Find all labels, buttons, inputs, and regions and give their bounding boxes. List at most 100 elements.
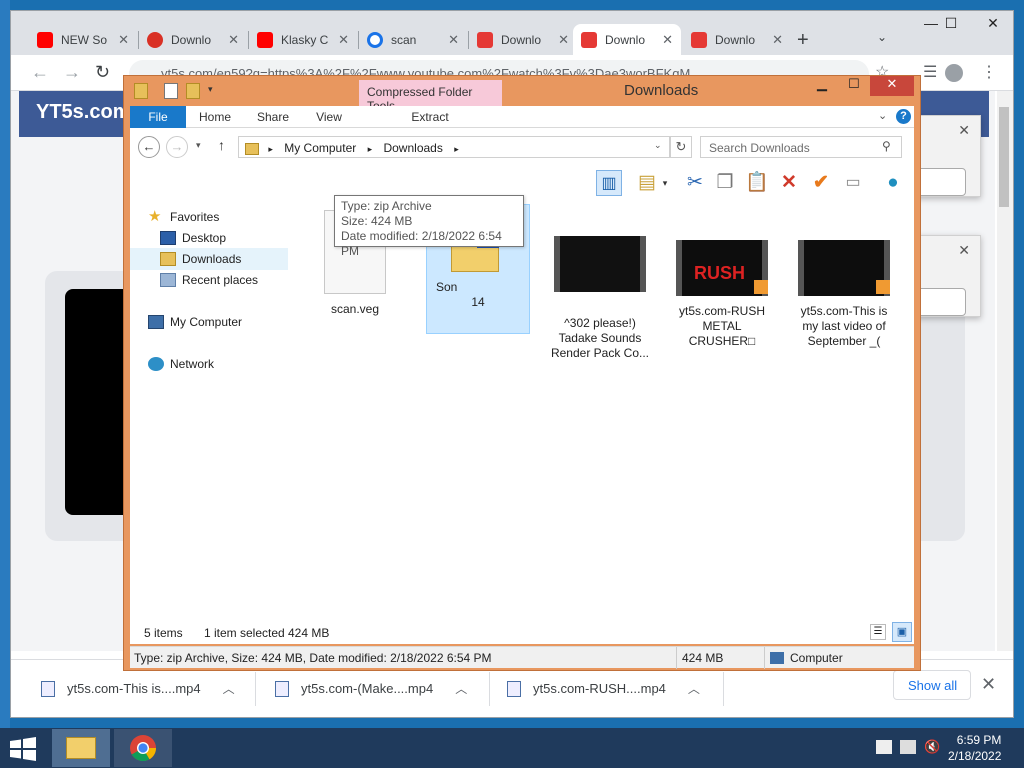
- breadcrumb-chevron-icon[interactable]: ▸: [268, 144, 273, 154]
- action-center-flag-icon[interactable]: [876, 740, 892, 754]
- expand-ribbon-chevron-icon[interactable]: ⌄: [878, 109, 887, 122]
- back-arrow-icon[interactable]: ←: [31, 62, 49, 83]
- new-tab-button[interactable]: +: [797, 29, 809, 52]
- close-tab-icon[interactable]: ✕: [118, 32, 129, 48]
- download-item[interactable]: yt5s.com-This is....mp4 ︿: [41, 680, 235, 697]
- network-icon[interactable]: [900, 740, 916, 754]
- tab-search-chevron-icon[interactable]: ⌄: [877, 30, 887, 44]
- up-arrow-icon[interactable]: ↑: [218, 137, 225, 153]
- rename-icon[interactable]: ▭: [840, 170, 866, 196]
- tooltip-size: Size: 424 MB: [341, 214, 413, 228]
- tab-2[interactable]: Downlo ✕: [139, 24, 247, 55]
- large-icons-view-icon[interactable]: ▣: [892, 622, 912, 642]
- taskbar-chrome[interactable]: [114, 729, 172, 767]
- address-bar[interactable]: ▸ My Computer ▸ Downloads ▸: [238, 136, 670, 158]
- copy-icon[interactable]: ❐: [712, 170, 738, 196]
- tab-7[interactable]: Downlo ✕: [683, 24, 791, 55]
- nav-my-computer[interactable]: My Computer: [148, 315, 242, 329]
- scrollbar-thumb[interactable]: [999, 107, 1009, 207]
- cut-icon[interactable]: ✂: [682, 170, 708, 196]
- close-tab-icon[interactable]: ✕: [558, 32, 569, 48]
- download-item[interactable]: yt5s.com-(Make....mp4 ︿: [275, 680, 467, 697]
- preview-pane-icon[interactable]: ▥: [596, 170, 622, 196]
- breadcrumb-downloads[interactable]: Downloads: [383, 141, 442, 155]
- delete-icon[interactable]: ✕: [776, 170, 802, 196]
- address-dropdown-icon[interactable]: ⌄: [654, 140, 662, 151]
- paste-icon[interactable]: 📋: [744, 170, 770, 196]
- forward-arrow-icon[interactable]: →: [63, 62, 81, 83]
- customize-qat-icon[interactable]: ▾: [208, 84, 213, 95]
- breadcrumb-my-computer[interactable]: My Computer: [284, 141, 356, 155]
- nav-favorites[interactable]: ★ Favorites: [148, 209, 219, 224]
- tab-5[interactable]: Downlo ✕: [469, 24, 577, 55]
- divider: [489, 672, 490, 706]
- new-folder-icon[interactable]: [186, 83, 200, 99]
- recent-locations-chevron-icon[interactable]: ▾: [196, 140, 201, 151]
- nav-network[interactable]: Network: [148, 357, 214, 371]
- chevron-up-icon[interactable]: ︿: [688, 680, 700, 697]
- compressed-folder-tools-tab[interactable]: Compressed Folder Tools: [359, 80, 502, 113]
- tab-extract[interactable]: Extract: [400, 106, 460, 128]
- search-icon[interactable]: ⚲: [882, 139, 891, 153]
- tab-4[interactable]: scan ✕: [359, 24, 467, 55]
- video-file-icon: [41, 680, 55, 697]
- recent-places-icon: [160, 273, 176, 287]
- chevron-up-icon[interactable]: ︿: [223, 680, 235, 697]
- chevron-up-icon[interactable]: ︿: [455, 680, 467, 697]
- tab-6-active[interactable]: Downlo ✕: [573, 24, 681, 55]
- windows-start-icon[interactable]: [8, 736, 38, 762]
- tab-home[interactable]: Home: [192, 106, 238, 128]
- tab-view[interactable]: View: [306, 106, 352, 128]
- globe-icon[interactable]: ●: [880, 170, 906, 196]
- properties-icon[interactable]: [164, 83, 178, 99]
- forward-arrow-icon[interactable]: →: [166, 136, 188, 158]
- reload-icon[interactable]: ↻: [95, 62, 110, 83]
- reading-list-icon[interactable]: ☰: [923, 62, 937, 82]
- tab-1[interactable]: NEW So ✕: [29, 24, 137, 55]
- download-item[interactable]: yt5s.com-RUSH....mp4 ︿: [507, 680, 700, 697]
- file-name-line: my last video of: [802, 319, 886, 333]
- breadcrumb-chevron-icon[interactable]: ▸: [368, 144, 373, 154]
- close-tab-icon[interactable]: ✕: [338, 32, 349, 48]
- taskbar-file-explorer[interactable]: [52, 729, 110, 767]
- close-button[interactable]: ✕: [870, 76, 914, 96]
- checkmark-icon[interactable]: ✔: [808, 170, 834, 196]
- breadcrumb-chevron-icon[interactable]: ▸: [454, 144, 459, 154]
- close-icon[interactable]: ✕: [958, 122, 970, 139]
- close-tab-icon[interactable]: ✕: [448, 32, 459, 48]
- profile-avatar-icon[interactable]: [945, 64, 963, 82]
- tooltip-modified: Date modified: 2/18/2022 6:54 PM: [341, 229, 502, 258]
- download-filename: yt5s.com-This is....mp4: [67, 681, 201, 696]
- maximize-button[interactable]: ☐: [931, 15, 971, 32]
- folder-options-icon[interactable]: ▤: [634, 170, 660, 196]
- tab-3[interactable]: Klasky C ✕: [249, 24, 357, 55]
- close-tab-icon[interactable]: ✕: [772, 32, 783, 48]
- maximize-button[interactable]: ☐: [838, 76, 870, 96]
- minimize-button[interactable]: ▁: [806, 76, 838, 96]
- close-tab-icon[interactable]: ✕: [228, 32, 239, 48]
- options-dropdown-icon[interactable]: ▾: [658, 170, 672, 196]
- tab-file[interactable]: File: [130, 106, 186, 128]
- show-all-button[interactable]: Show all: [893, 670, 971, 700]
- menu-kebab-icon[interactable]: ⋮: [981, 62, 997, 82]
- file-item-september-video[interactable]: yt5s.com-This is my last video of Septem…: [792, 240, 896, 349]
- help-icon[interactable]: ?: [896, 109, 911, 124]
- search-input[interactable]: Search Downloads: [700, 136, 902, 158]
- close-shelf-icon[interactable]: ✕: [981, 674, 996, 695]
- tab-title: Downlo: [501, 32, 542, 47]
- nav-downloads[interactable]: Downloads: [160, 252, 241, 266]
- file-item-tadake-video[interactable]: ^302 please!) Tadake Sounds Render Pack …: [548, 236, 652, 361]
- nav-desktop[interactable]: Desktop: [160, 231, 226, 245]
- back-arrow-icon[interactable]: ←: [138, 136, 160, 158]
- clock[interactable]: 6:59 PM 2/18/2022: [948, 732, 1001, 764]
- tab-share[interactable]: Share: [250, 106, 296, 128]
- file-item-rush-video[interactable]: RUSH yt5s.com-RUSH METAL CRUSHER□: [670, 240, 774, 349]
- site-logo[interactable]: YT5s.com: [36, 101, 130, 124]
- nav-recent-places[interactable]: Recent places: [160, 273, 258, 287]
- volume-muted-icon[interactable]: 🔇: [924, 740, 940, 754]
- close-window-button[interactable]: ✕: [973, 15, 1013, 32]
- close-icon[interactable]: ✕: [958, 242, 970, 259]
- refresh-icon[interactable]: ↻: [670, 136, 692, 158]
- close-tab-icon[interactable]: ✕: [662, 32, 673, 48]
- details-view-icon[interactable]: ☰: [870, 624, 886, 640]
